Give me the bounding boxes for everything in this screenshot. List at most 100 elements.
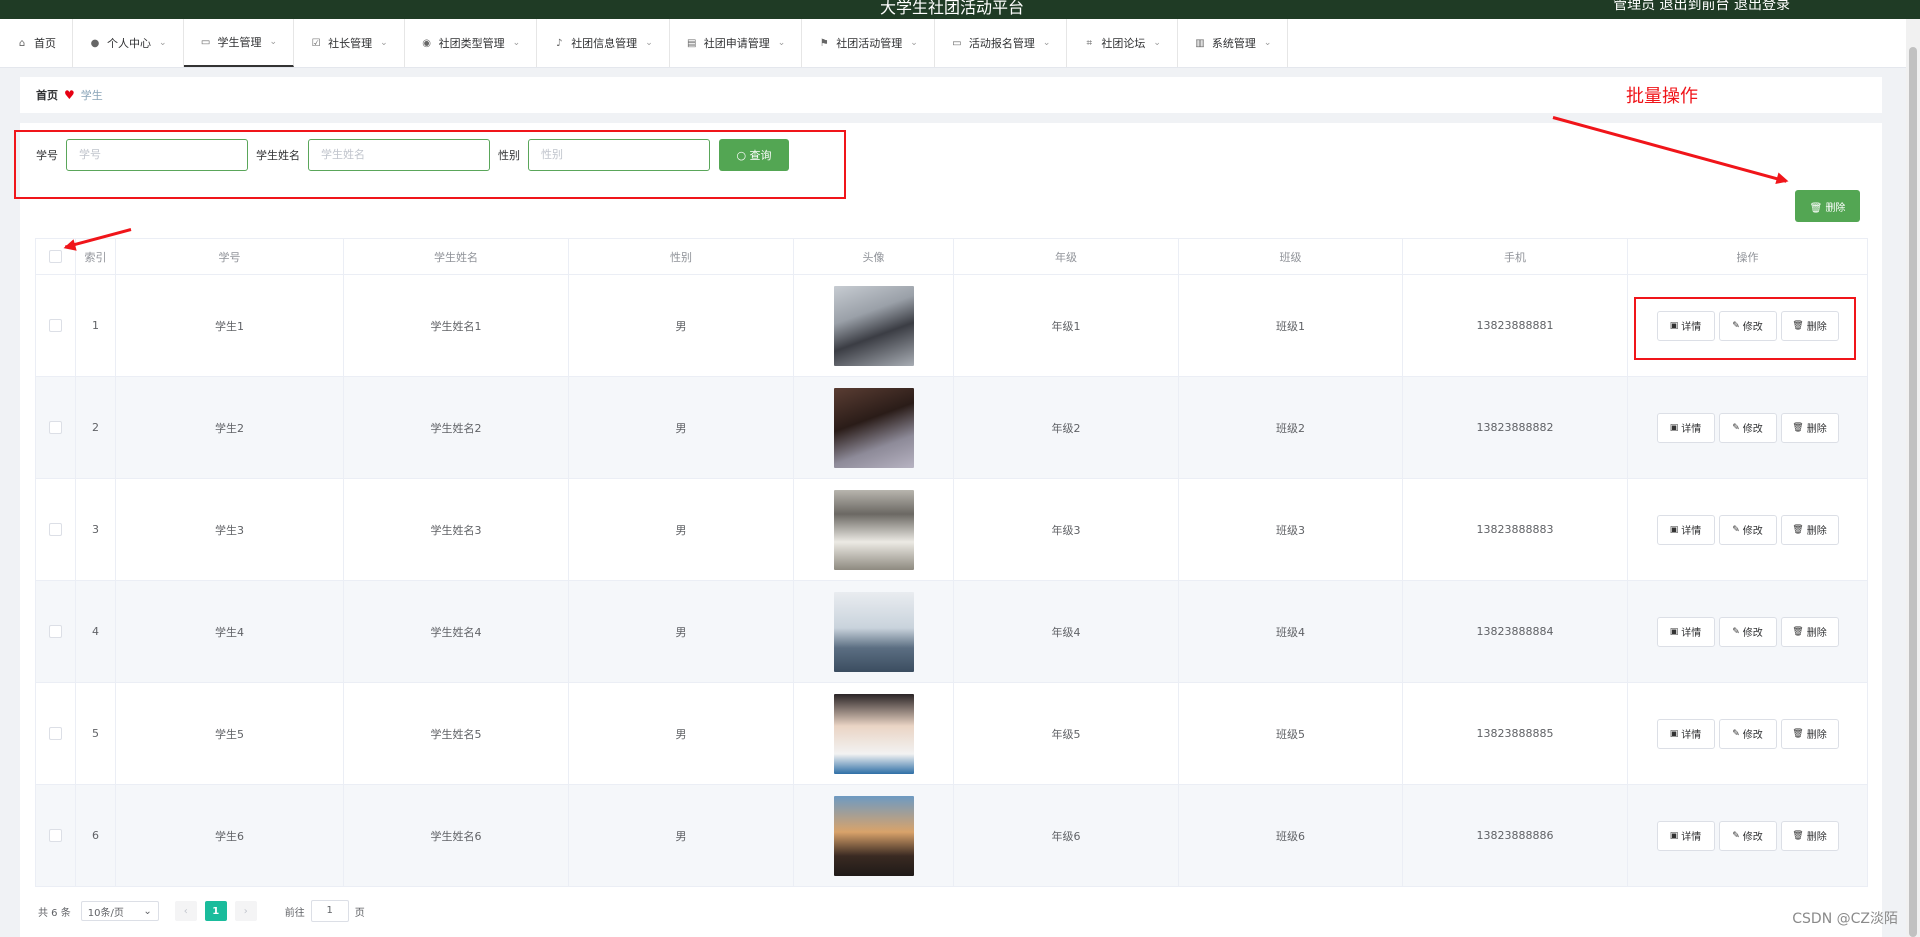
delete-button[interactable]: 🗑 删除 — [1780, 820, 1839, 851]
nav-item-label: 首页 — [34, 37, 56, 50]
chevron-down-icon: ⌄ — [1263, 38, 1272, 48]
row-checkbox[interactable] — [49, 319, 62, 333]
gender-cell: 男 — [568, 478, 794, 581]
nav-item-8[interactable]: ▭ 活动报名管理 ⌄ — [935, 19, 1068, 67]
trash-icon: 🗑 — [1792, 728, 1804, 739]
nav-item-1[interactable]: ● 个人中心 ⌄ — [73, 19, 184, 67]
next-page-button[interactable]: › — [234, 901, 257, 921]
table-row[interactable]: 4 学生4 学生姓名4 男年级4 班级4 13823888884 ▣ 详情 ✎ 修改 🗑 删除 — [35, 580, 1868, 683]
row-checkbox[interactable] — [49, 421, 62, 435]
table-row[interactable]: 3 学生3 学生姓名3 男年级3 班级3 13823888883 ▣ 详情 ✎ 修改 🗑 删除 — [35, 478, 1868, 581]
table-row[interactable]: 1 学生1 学生姓名1 男年级1 班级1 13823888881 ▣ 详情 ✎ 修改 🗑 删除 — [35, 274, 1868, 377]
document-icon: ▤ — [687, 37, 697, 49]
student-id-cell: 学生2 — [115, 376, 344, 479]
batch-delete-button[interactable]: 🗑 删除 — [1795, 190, 1860, 222]
header-user-links[interactable]: 管理员 退出到前台 退出登录 — [1613, 0, 1790, 14]
nav-item-3[interactable]: ☑ 社长管理 ⌄ — [294, 19, 405, 67]
nav-item-label: 社长管理 — [328, 37, 373, 50]
row-checkbox[interactable] — [49, 829, 62, 843]
breadcrumb-home[interactable]: 首页 — [36, 87, 58, 103]
delete-button[interactable]: 🗑 删除 — [1780, 412, 1839, 443]
goto-prefix: 前往 — [284, 907, 305, 919]
scrollbar-thumb[interactable] — [1909, 47, 1917, 937]
batch-operation-annotation: 批量操作 — [1626, 86, 1698, 107]
chevron-down-icon: ⌄ — [269, 37, 278, 47]
phone-cell: 13823888885 — [1402, 682, 1628, 785]
delete-button[interactable]: 🗑 删除 — [1780, 514, 1839, 545]
actions-cell: ▣ 详情 ✎ 修改 🗑 删除 — [1627, 478, 1868, 581]
table-row[interactable]: 6 学生6 学生姓名6 男年级6 班级6 13823888886 ▣ 详情 ✎ 修改 🗑 删除 — [35, 784, 1868, 887]
edit-icon: ✎ — [1732, 830, 1740, 841]
card-icon: ▭ — [952, 37, 962, 49]
nav-item-7[interactable]: ⚑ 社团活动管理 ⌄ — [802, 19, 935, 67]
detail-button[interactable]: ▣ 详情 — [1656, 718, 1715, 749]
edit-button[interactable]: ✎ 修改 — [1718, 820, 1777, 851]
edit-label: 修改 — [1742, 424, 1763, 435]
watermark: CSDN @CZ淡陌 — [1792, 911, 1898, 927]
nav-item-9[interactable]: ⌗ 社团论坛 ⌄ — [1067, 19, 1178, 67]
grade-cell: 年级2 — [953, 376, 1179, 479]
class-cell: 班级2 — [1178, 376, 1403, 479]
chevron-left-icon: ‹ — [183, 905, 188, 917]
nav-item-5[interactable]: ♪ 社团信息管理 ⌄ — [537, 19, 670, 67]
page-number-current[interactable]: 1 — [204, 901, 227, 921]
detail-button[interactable]: ▣ 详情 — [1656, 820, 1715, 851]
row-checkbox[interactable] — [49, 523, 62, 537]
edit-button[interactable]: ✎ 修改 — [1718, 412, 1777, 443]
edit-button[interactable]: ✎ 修改 — [1718, 514, 1777, 545]
delete-button[interactable]: 🗑 删除 — [1780, 616, 1839, 647]
delete-label: 删除 — [1806, 832, 1827, 843]
class-cell: 班级3 — [1178, 478, 1403, 581]
delete-button[interactable]: 🗑 删除 — [1780, 718, 1839, 749]
student-id-cell: 学生6 — [115, 784, 344, 887]
delete-label: 删除 — [1806, 628, 1827, 639]
edit-icon: ✎ — [1732, 524, 1740, 535]
main-nav: ⌂ 首页 ● 个人中心 ⌄ ▭ 学生管理 ⌄ ☑ 社长管理 ⌄ ◉ 社团类型管理 ⌄ ♪ 社团信息管理 ⌄ ▤ 社团… — [0, 19, 1920, 68]
row-checkbox[interactable] — [49, 625, 62, 639]
detail-button[interactable]: ▣ 详情 — [1656, 514, 1715, 545]
avatar — [833, 795, 914, 876]
avatar-cell — [793, 580, 954, 683]
heart-icon: ♥ — [64, 88, 75, 102]
edit-label: 修改 — [1742, 832, 1763, 843]
student-name-cell: 学生姓名6 — [343, 784, 569, 887]
phone-cell: 13823888881 — [1402, 274, 1628, 377]
edit-button[interactable]: ✎ 修改 — [1718, 616, 1777, 647]
gender-cell: 男 — [568, 376, 794, 479]
select-all-checkbox[interactable] — [49, 250, 62, 264]
student-id-cell: 学生5 — [115, 682, 344, 785]
trash-icon: 🗑 — [1792, 524, 1804, 535]
nav-item-2[interactable]: ▭ 学生管理 ⌄ — [183, 19, 295, 67]
edit-label: 修改 — [1742, 730, 1763, 741]
nav-item-0[interactable]: ⌂ 首页 — [0, 19, 73, 67]
goto-page-input[interactable]: 1 — [310, 900, 349, 922]
student-table: 索引 学号 学生姓名 性别 头像 年级 班级 手机 操作 1 学生1 学生姓名1 男年… — [35, 238, 1868, 887]
nav-item-10[interactable]: ▥ 系统管理 ⌄ — [1178, 19, 1289, 67]
trash-icon: 🗑 — [1792, 626, 1804, 637]
location-icon: ◉ — [422, 37, 431, 49]
delete-label: 删除 — [1806, 730, 1827, 741]
nav-item-6[interactable]: ▤ 社团申请管理 ⌄ — [670, 19, 803, 67]
edit-button[interactable]: ✎ 修改 — [1718, 718, 1777, 749]
detail-button[interactable]: ▣ 详情 — [1656, 412, 1715, 443]
nav-item-4[interactable]: ◉ 社团类型管理 ⌄ — [405, 19, 538, 67]
prev-page-button[interactable]: ‹ — [174, 901, 197, 921]
table-row[interactable]: 2 学生2 学生姓名2 男年级2 班级2 13823888882 ▣ 详情 ✎ 修改 🗑 删除 — [35, 376, 1868, 479]
avatar-cell — [793, 682, 954, 785]
nav-item-label: 社团类型管理 — [438, 37, 505, 50]
class-cell: 班级6 — [1178, 784, 1403, 887]
student-name-cell: 学生姓名4 — [343, 580, 569, 683]
detail-icon: ▣ — [1669, 830, 1679, 841]
actions-annotation-box — [1634, 297, 1856, 360]
detail-button[interactable]: ▣ 详情 — [1656, 616, 1715, 647]
table-row[interactable]: 5 学生5 学生姓名5 男年级5 班级5 13823888885 ▣ 详情 ✎ 修改 🗑 删除 — [35, 682, 1868, 785]
breadcrumb-current: 学生 — [80, 89, 103, 102]
nav-item-label: 系统管理 — [1211, 37, 1256, 50]
page-size-select[interactable]: 10条/页 ⌄ — [80, 901, 159, 921]
page-size-value: 10条/页 — [87, 907, 124, 919]
trash-icon: 🗑 — [1792, 422, 1804, 433]
avatar — [833, 693, 914, 774]
column-header: 性别 — [568, 238, 794, 275]
row-checkbox[interactable] — [49, 727, 62, 741]
page-scrollbar[interactable] — [1906, 19, 1920, 937]
